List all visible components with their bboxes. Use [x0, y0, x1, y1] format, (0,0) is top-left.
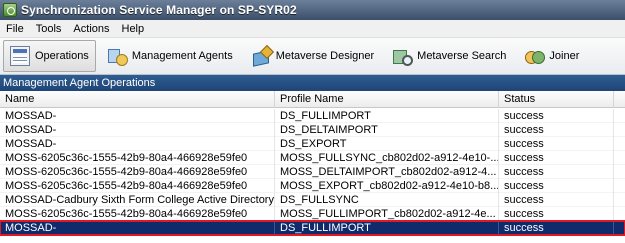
cell-status: success [499, 165, 614, 179]
table-row[interactable]: MOSSAD- DS_FULLIMPORT success [0, 109, 625, 123]
menu-file[interactable]: File [0, 20, 30, 38]
joiner-button[interactable]: Joiner [517, 40, 586, 72]
operations-button[interactable]: Operations [3, 40, 96, 72]
grid-rows: MOSSAD- DS_FULLIMPORT success MOSSAD- DS… [0, 109, 625, 236]
management-agents-icon [107, 46, 128, 66]
joiner-label: Joiner [549, 50, 580, 62]
metaverse-designer-button[interactable]: Metaverse Designer [244, 40, 381, 72]
window-title: Synchronization Service Manager on SP-SY… [21, 3, 297, 17]
cell-name: MOSS-6205c36c-1555-42b9-80a4-466928e59fe… [0, 207, 275, 221]
cell-status: success [499, 123, 614, 137]
joiner-icon [524, 46, 546, 66]
cell-profile: MOSS_FULLSYNC_cb802d02-a912-4e10-... [275, 151, 499, 165]
metaverse-designer-label: Metaverse Designer [275, 50, 375, 62]
cell-status: success [499, 193, 614, 207]
table-row-selected[interactable]: MOSSAD- DS_FULLIMPORT success [0, 220, 625, 236]
cell-profile: MOSS_DELTAIMPORT_cb802d02-a912-4... [275, 165, 499, 179]
cell-status: success [499, 179, 614, 193]
cell-profile: DS_FULLIMPORT [275, 221, 499, 235]
operations-icon [10, 46, 30, 66]
column-header-profile-name[interactable]: Profile Name [275, 91, 499, 108]
grid-header: Name Profile Name Status [0, 91, 625, 108]
table-row[interactable]: MOSSAD- DS_EXPORT success [0, 137, 625, 151]
metaverse-search-button[interactable]: Metaverse Search [385, 40, 513, 72]
table-row[interactable]: MOSSAD- DS_DELTAIMPORT success [0, 123, 625, 137]
metaverse-search-label: Metaverse Search [417, 50, 507, 62]
operations-grid: Name Profile Name Status MOSSAD- DS_FULL… [0, 91, 625, 243]
menu-help[interactable]: Help [116, 20, 151, 38]
menu-actions[interactable]: Actions [67, 20, 115, 38]
app-icon [3, 3, 17, 17]
cell-name: MOSS-6205c36c-1555-42b9-80a4-466928e59fe… [0, 151, 275, 165]
column-header-status[interactable]: Status [499, 91, 614, 108]
cell-profile: DS_DELTAIMPORT [275, 123, 499, 137]
cell-status: success [499, 207, 614, 221]
cell-name: MOSS-6205c36c-1555-42b9-80a4-466928e59fe… [0, 179, 275, 193]
cell-name: MOSS-6205c36c-1555-42b9-80a4-466928e59fe… [0, 165, 275, 179]
table-row[interactable]: MOSS-6205c36c-1555-42b9-80a4-466928e59fe… [0, 207, 625, 221]
operations-label: Operations [35, 50, 89, 62]
table-row[interactable]: MOSS-6205c36c-1555-42b9-80a4-466928e59fe… [0, 151, 625, 165]
cell-profile: DS_FULLSYNC [275, 193, 499, 207]
table-row[interactable]: MOSS-6205c36c-1555-42b9-80a4-466928e59fe… [0, 165, 625, 179]
table-row[interactable]: MOSS-6205c36c-1555-42b9-80a4-466928e59fe… [0, 179, 625, 193]
management-agents-label: Management Agents [131, 50, 233, 62]
column-header-filler [614, 91, 625, 108]
table-row[interactable]: MOSSAD-Cadbury Sixth Form College Active… [0, 193, 625, 207]
cell-profile: DS_FULLIMPORT [275, 109, 499, 123]
management-agents-button[interactable]: Management Agents [100, 40, 240, 72]
cell-name: MOSSAD- [0, 109, 275, 123]
cell-profile: MOSS_FULLIMPORT_cb802d02-a912-4e... [275, 207, 499, 221]
cell-name: MOSSAD- [0, 221, 275, 235]
menu-tools[interactable]: Tools [30, 20, 68, 38]
cell-status: success [499, 137, 614, 151]
column-header-name[interactable]: Name [0, 91, 275, 108]
menu-bar: File Tools Actions Help [0, 20, 625, 38]
cell-name: MOSSAD- [0, 123, 275, 137]
cell-status: success [499, 151, 614, 165]
metaverse-designer-icon [251, 46, 271, 66]
title-bar: Synchronization Service Manager on SP-SY… [0, 0, 625, 20]
cell-profile: MOSS_EXPORT_cb802d02-a912-4e10-b8... [275, 179, 499, 193]
section-header: Management Agent Operations [0, 75, 625, 91]
toolbar: Operations Management Agents Metaverse D… [0, 38, 625, 75]
metaverse-search-icon [392, 46, 414, 66]
cell-name: MOSSAD-Cadbury Sixth Form College Active… [0, 193, 275, 207]
cell-status: success [499, 109, 614, 123]
cell-status: success [499, 221, 614, 235]
cell-name: MOSSAD- [0, 137, 275, 151]
cell-profile: DS_EXPORT [275, 137, 499, 151]
